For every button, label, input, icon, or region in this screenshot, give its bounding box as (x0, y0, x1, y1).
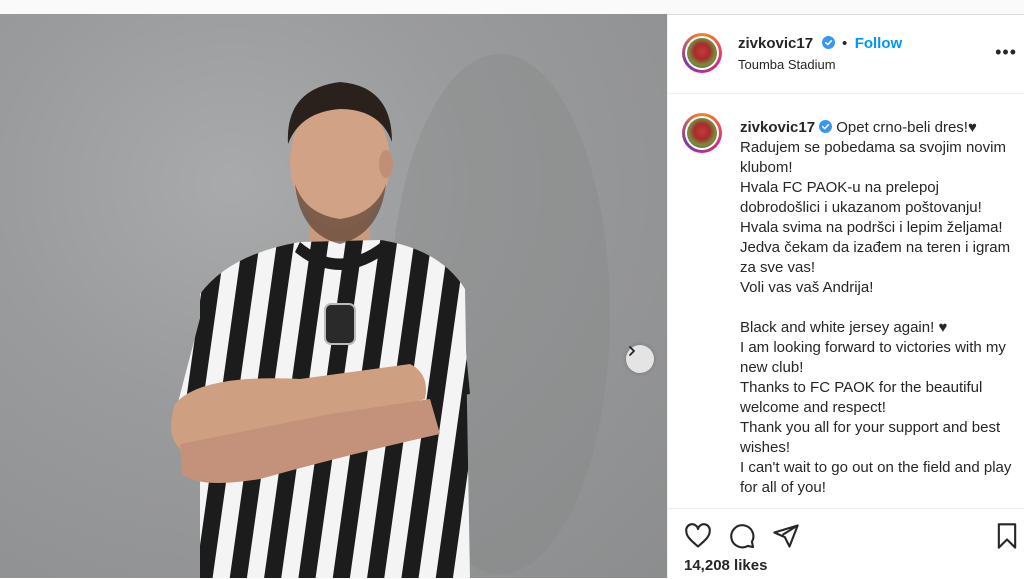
caption-avatar[interactable] (682, 113, 722, 153)
follow-button[interactable]: Follow (855, 35, 903, 52)
comment-icon[interactable] (728, 522, 756, 550)
more-options-icon[interactable]: ••• (995, 42, 1017, 63)
caption-block: zivkovic17 Opet crno-beli dres!♥ Radujem… (740, 118, 1012, 498)
username-link[interactable]: zivkovic17 (738, 35, 813, 52)
player-illustration (171, 54, 610, 578)
caption-username[interactable]: zivkovic17 (740, 119, 815, 136)
likes-count[interactable]: 14,208 likes (684, 557, 767, 574)
separator-dot: • (841, 35, 848, 52)
post-side-panel: zivkovic17 • Follow Toumba Stadium ••• z… (667, 14, 1024, 578)
post-header: zivkovic17 • Follow Toumba Stadium ••• (668, 14, 1024, 94)
next-photo-button[interactable] (626, 345, 654, 373)
post-photo[interactable] (0, 14, 667, 578)
chevron-right-icon (629, 346, 635, 356)
verified-badge-icon (819, 120, 833, 133)
action-bar: 14,208 likes (668, 508, 1024, 579)
caption-area: zivkovic17 Opet crno-beli dres!♥ Radujem… (668, 94, 1024, 508)
verified-badge-icon (821, 36, 835, 49)
avatar[interactable] (682, 33, 722, 73)
bookmark-icon[interactable] (993, 522, 1021, 550)
header-user-row: zivkovic17 • Follow (738, 35, 902, 53)
browser-top-strip (0, 0, 1024, 15)
caption-text: Opet crno-beli dres!♥ Radujem se pobedam… (740, 119, 1012, 496)
share-icon[interactable] (772, 522, 800, 550)
heart-icon[interactable] (684, 522, 712, 550)
location-link[interactable]: Toumba Stadium (738, 57, 836, 72)
